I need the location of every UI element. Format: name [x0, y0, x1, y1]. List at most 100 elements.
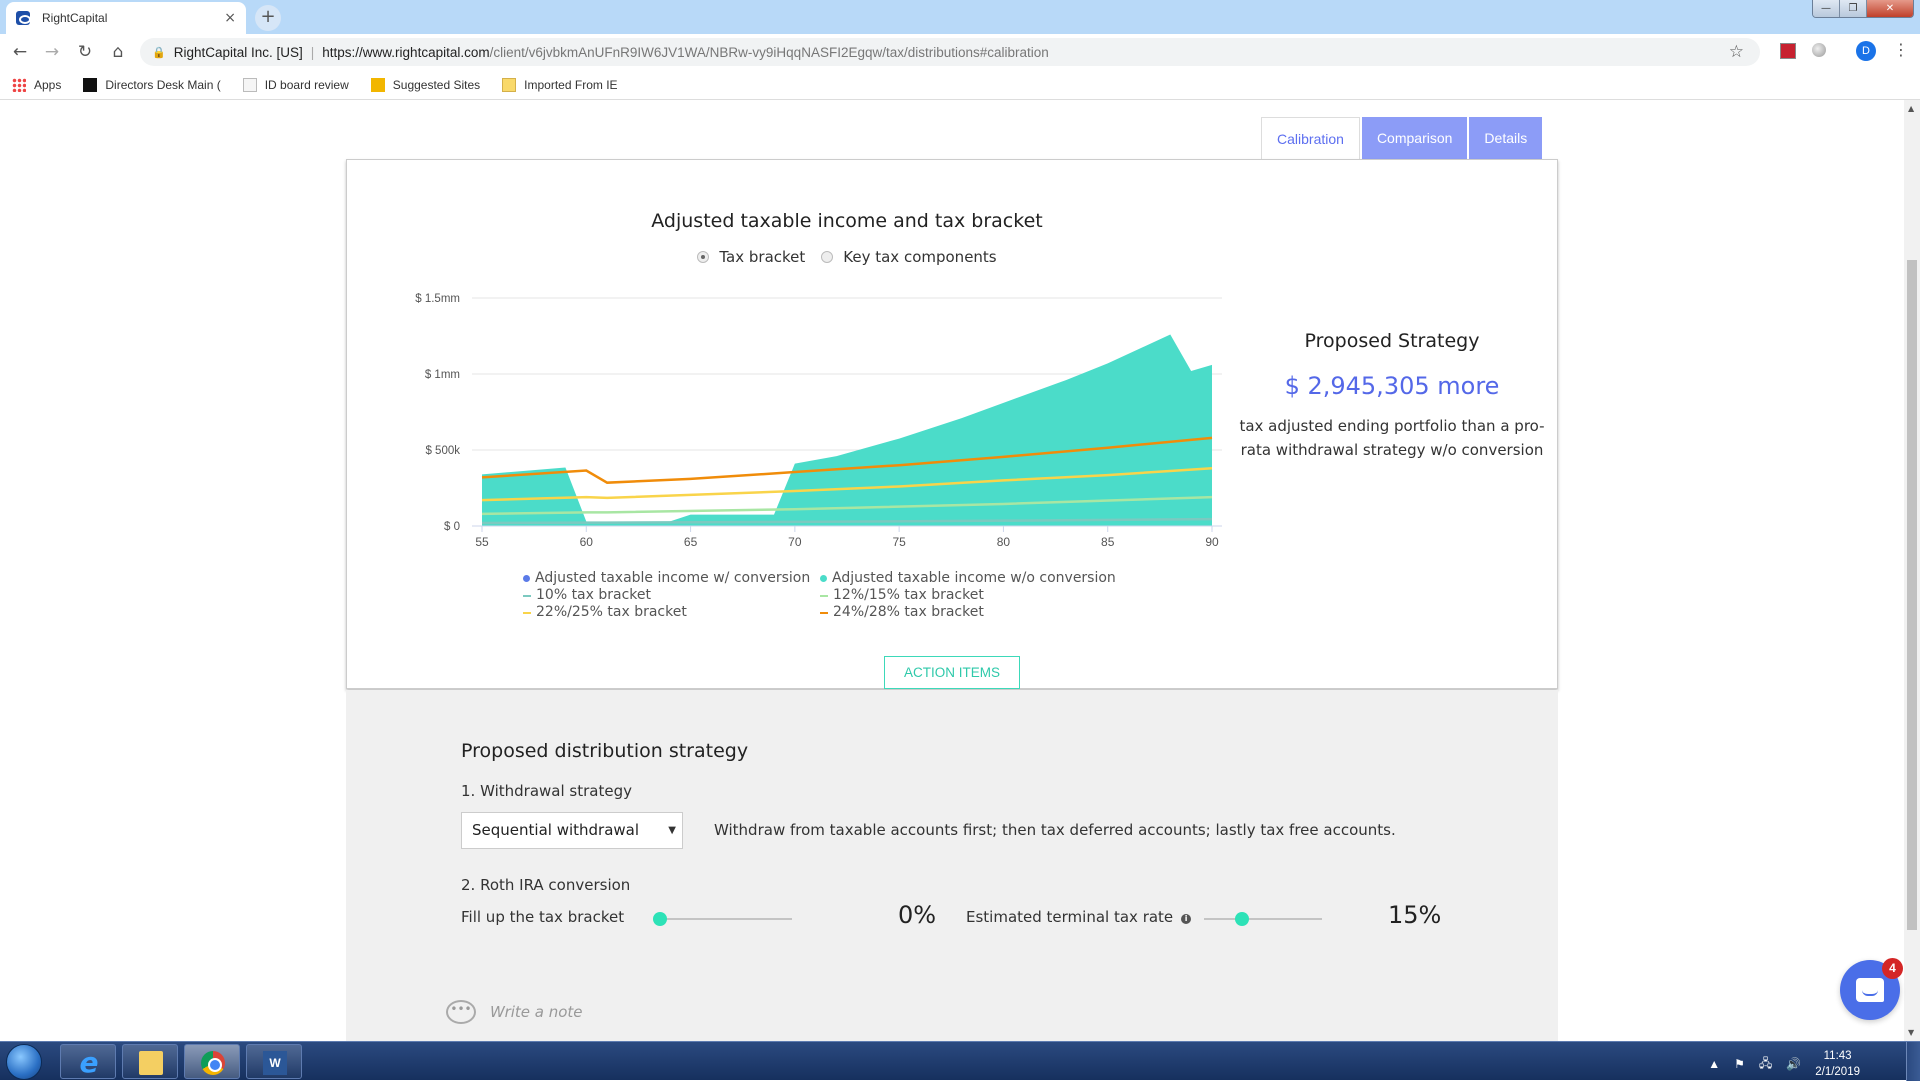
fill-bracket-slider[interactable] — [653, 912, 792, 926]
slider-thumb[interactable] — [653, 912, 667, 926]
x-tick-label: 55 — [475, 535, 489, 549]
word-icon: W — [263, 1051, 287, 1075]
system-clock[interactable]: 11:43 2/1/2019 — [1815, 1048, 1860, 1080]
clock-time: 11:43 — [1823, 1050, 1852, 1062]
terminal-tax-rate-slider[interactable] — [1204, 912, 1322, 926]
info-icon[interactable]: i — [1181, 914, 1192, 924]
windows-start-button[interactable] — [6, 1044, 42, 1080]
taskbar-chrome[interactable] — [184, 1044, 240, 1079]
terminal-tax-rate-value: 15% — [1388, 901, 1442, 929]
slider-thumb[interactable] — [1234, 912, 1249, 926]
x-tick-label: 90 — [1205, 535, 1219, 549]
directors-desk-icon — [83, 77, 98, 92]
x-tick-label: 65 — [684, 535, 698, 549]
legend-line-icon — [523, 594, 531, 597]
bookmark-directors-desk[interactable]: Directors Desk Main ( — [83, 77, 221, 92]
tab-calibration[interactable]: Calibration — [1261, 117, 1360, 159]
withdrawal-strategy-description: Withdraw from taxable accounts first; th… — [714, 821, 1396, 839]
bookmark-imported-ie[interactable]: Imported From IE — [502, 77, 618, 92]
reload-icon[interactable]: ↻ — [73, 40, 97, 64]
browser-tab[interactable]: RightCapital × — [6, 2, 246, 34]
tab-details[interactable]: Details — [1469, 117, 1543, 159]
legend-item[interactable]: 10% tax bracket — [523, 587, 820, 604]
page-content: Calibration Comparison Details Adjusted … — [0, 100, 1904, 1041]
network-icon[interactable]: 🖧 — [1759, 1054, 1772, 1075]
legend-item[interactable]: Adjusted taxable income w/ conversion — [523, 570, 820, 587]
view-tabs: Calibration Comparison Details — [1261, 117, 1543, 159]
profile-avatar[interactable]: D — [1856, 41, 1876, 61]
taskbar-internet-explorer[interactable]: e — [60, 1044, 116, 1079]
legend-label: 22%/25% tax bracket — [536, 604, 687, 620]
y-tick-label: $ 500k — [425, 445, 460, 457]
radio-label: Tax bracket — [719, 248, 806, 266]
taskbar-word[interactable]: W — [246, 1044, 302, 1079]
scroll-up-arrow-icon[interactable]: ▲ — [1908, 104, 1914, 113]
x-tick-label: 75 — [892, 535, 906, 549]
tab-comparison[interactable]: Comparison — [1361, 117, 1468, 159]
system-tray: ▲ ⚑ 🖧 🔊 11:43 2/1/2019 — [1708, 1048, 1860, 1080]
taskbar-file-explorer[interactable] — [122, 1044, 178, 1079]
apps-grid-icon — [12, 77, 26, 92]
restore-button[interactable]: ❐ — [1840, 0, 1867, 17]
radio-key-tax-components[interactable]: Key tax components — [821, 248, 997, 266]
legend-item[interactable]: 24%/28% tax bracket — [820, 604, 1120, 621]
bookmark-apps[interactable]: Apps — [12, 77, 61, 92]
radio-selected-icon[interactable] — [697, 251, 710, 263]
withdrawal-strategy-select[interactable]: Sequential withdrawal ▼ — [461, 812, 683, 849]
extension-red-icon[interactable] — [1780, 43, 1796, 59]
extension-circle-icon[interactable] — [1812, 43, 1826, 57]
internet-explorer-icon: e — [79, 1046, 99, 1079]
tab-title: RightCapital — [42, 11, 108, 25]
x-tick-label: 60 — [580, 535, 594, 549]
bing-icon — [370, 77, 385, 92]
bookmark-label: Directors Desk Main ( — [105, 77, 221, 92]
url-host: https://www.rightcapital.com — [322, 44, 490, 60]
section-title: Proposed distribution strategy — [461, 740, 749, 762]
legend-item[interactable]: Adjusted taxable income w/o conversion — [820, 570, 1120, 587]
volume-icon[interactable]: 🔊 — [1786, 1057, 1801, 1071]
bookmark-star-icon[interactable]: ☆ — [1729, 42, 1744, 62]
dropdown-arrow-icon: ▼ — [668, 825, 676, 836]
action-center-flag-icon[interactable]: ⚑ — [1734, 1057, 1745, 1071]
address-bar[interactable]: 🔒 RightCapital Inc. [US] | https://www.r… — [140, 38, 1760, 66]
legend-dot-icon — [523, 575, 530, 582]
folder-icon — [502, 77, 517, 92]
minimize-button[interactable]: — — [1813, 0, 1840, 17]
action-items-button[interactable]: ACTION ITEMS — [884, 656, 1020, 689]
radio-unselected-icon[interactable] — [821, 251, 834, 263]
new-tab-button[interactable]: + — [255, 5, 281, 31]
browser-menu-icon[interactable]: ⋮ — [1893, 40, 1909, 59]
x-tick-label: 85 — [1101, 535, 1115, 549]
legend-label: 10% tax bracket — [536, 587, 652, 603]
show-desktop-button[interactable] — [1906, 1042, 1920, 1081]
bookmark-label: Suggested Sites — [392, 77, 481, 92]
page-scrollbar[interactable]: ▲ ▼ — [1904, 100, 1920, 1041]
x-tick-label: 80 — [997, 535, 1011, 549]
bookmark-id-board[interactable]: ID board review — [242, 77, 349, 92]
tray-expand-icon[interactable]: ▲ — [1708, 1057, 1720, 1071]
home-icon[interactable]: ⌂ — [106, 40, 130, 64]
legend-item[interactable]: 12%/15% tax bracket — [820, 587, 1120, 604]
legend-item[interactable]: 22%/25% tax bracket — [523, 604, 820, 621]
bookmark-suggested-sites[interactable]: Suggested Sites — [370, 77, 481, 92]
window-controls: — ❐ ✕ — [1812, 0, 1914, 18]
window-close-button[interactable]: ✕ — [1867, 0, 1913, 17]
tab-close-icon[interactable]: × — [224, 10, 236, 26]
scroll-down-arrow-icon[interactable]: ▼ — [1908, 1028, 1914, 1037]
strategy-title: Proposed Strategy — [1304, 330, 1480, 352]
rightcapital-favicon-icon — [16, 11, 31, 25]
proposed-strategy-summary: Proposed Strategy $ 2,945,305 more tax a… — [1227, 330, 1557, 462]
forward-icon[interactable]: → — [40, 40, 64, 64]
legend-label: 24%/28% tax bracket — [833, 604, 984, 620]
back-icon[interactable]: ← — [8, 40, 32, 64]
address-separator: | — [310, 44, 315, 60]
withdrawal-strategy-label: 1. Withdrawal strategy — [461, 782, 632, 800]
strategy-description: tax adjusted ending portfolio than a pro… — [1239, 417, 1545, 459]
file-explorer-icon — [139, 1051, 163, 1075]
scrollbar-thumb[interactable] — [1907, 260, 1917, 930]
calibration-card: Adjusted taxable income and tax bracket … — [346, 159, 1558, 689]
comment-icon: ••• — [446, 1000, 476, 1024]
write-note[interactable]: ••• Write a note — [446, 1000, 583, 1024]
chart-legend: Adjusted taxable income w/ conversion Adj… — [523, 570, 1123, 621]
radio-tax-bracket[interactable]: Tax bracket — [697, 248, 805, 266]
